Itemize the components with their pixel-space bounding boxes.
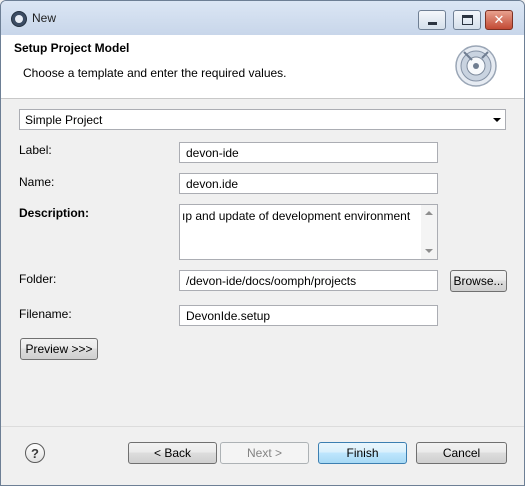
name-input-value: devon.ide [186,177,239,191]
maximize-button[interactable] [453,10,481,30]
name-input[interactable]: devon.ide [179,173,438,194]
filename-input-value: DevonIde.setup [186,309,271,323]
footer-separator [1,426,524,427]
filename-field-label: Filename: [19,307,72,321]
label-input[interactable]: devon-ide [179,142,438,163]
folder-input[interactable]: /devon-ide/docs/oomph/projects [179,270,438,291]
page-description: Choose a template and enter the required… [23,66,287,80]
eclipse-app-icon [11,11,27,27]
close-button[interactable]: ✕ [485,10,513,30]
name-field-label: Name: [19,175,55,189]
wizard-banner: Setup Project Model Choose a template an… [1,35,524,99]
folder-field-label: Folder: [19,272,57,286]
filename-input[interactable]: DevonIde.setup [179,305,438,326]
template-select[interactable]: Simple Project [19,109,506,130]
description-scrollbar[interactable] [421,205,437,259]
description-textarea-value: ıp and update of development environment [182,209,411,223]
back-button[interactable]: < Back [128,442,217,464]
next-button: Next > [220,442,309,464]
chevron-down-icon[interactable] [493,118,501,122]
wizard-window: New ✕ Setup Project Model Choose a templ… [0,0,525,486]
page-title: Setup Project Model [14,41,130,55]
label-input-value: devon-ide [186,146,239,160]
description-textarea[interactable]: ıp and update of development environment [179,204,438,260]
preview-button[interactable]: Preview >>> [20,338,98,360]
title-bar[interactable]: New ✕ [1,1,524,35]
window-title: New [32,11,57,25]
browse-button[interactable]: Browse... [450,270,507,292]
maximize-icon [461,15,473,25]
description-field-label: Description: [19,206,90,220]
cancel-button[interactable]: Cancel [416,442,507,464]
help-icon[interactable]: ? [25,443,45,463]
close-icon: ✕ [493,12,505,28]
minimize-button[interactable] [418,10,446,30]
folder-input-value: /devon-ide/docs/oomph/projects [186,274,357,288]
scroll-up-icon[interactable] [425,211,433,215]
label-field-label: Label: [19,143,52,157]
minimize-icon [427,21,437,25]
scroll-down-icon[interactable] [425,249,433,253]
template-select-value: Simple Project [25,113,103,127]
finish-button[interactable]: Finish [318,442,407,464]
oomph-wizard-icon [455,45,497,87]
